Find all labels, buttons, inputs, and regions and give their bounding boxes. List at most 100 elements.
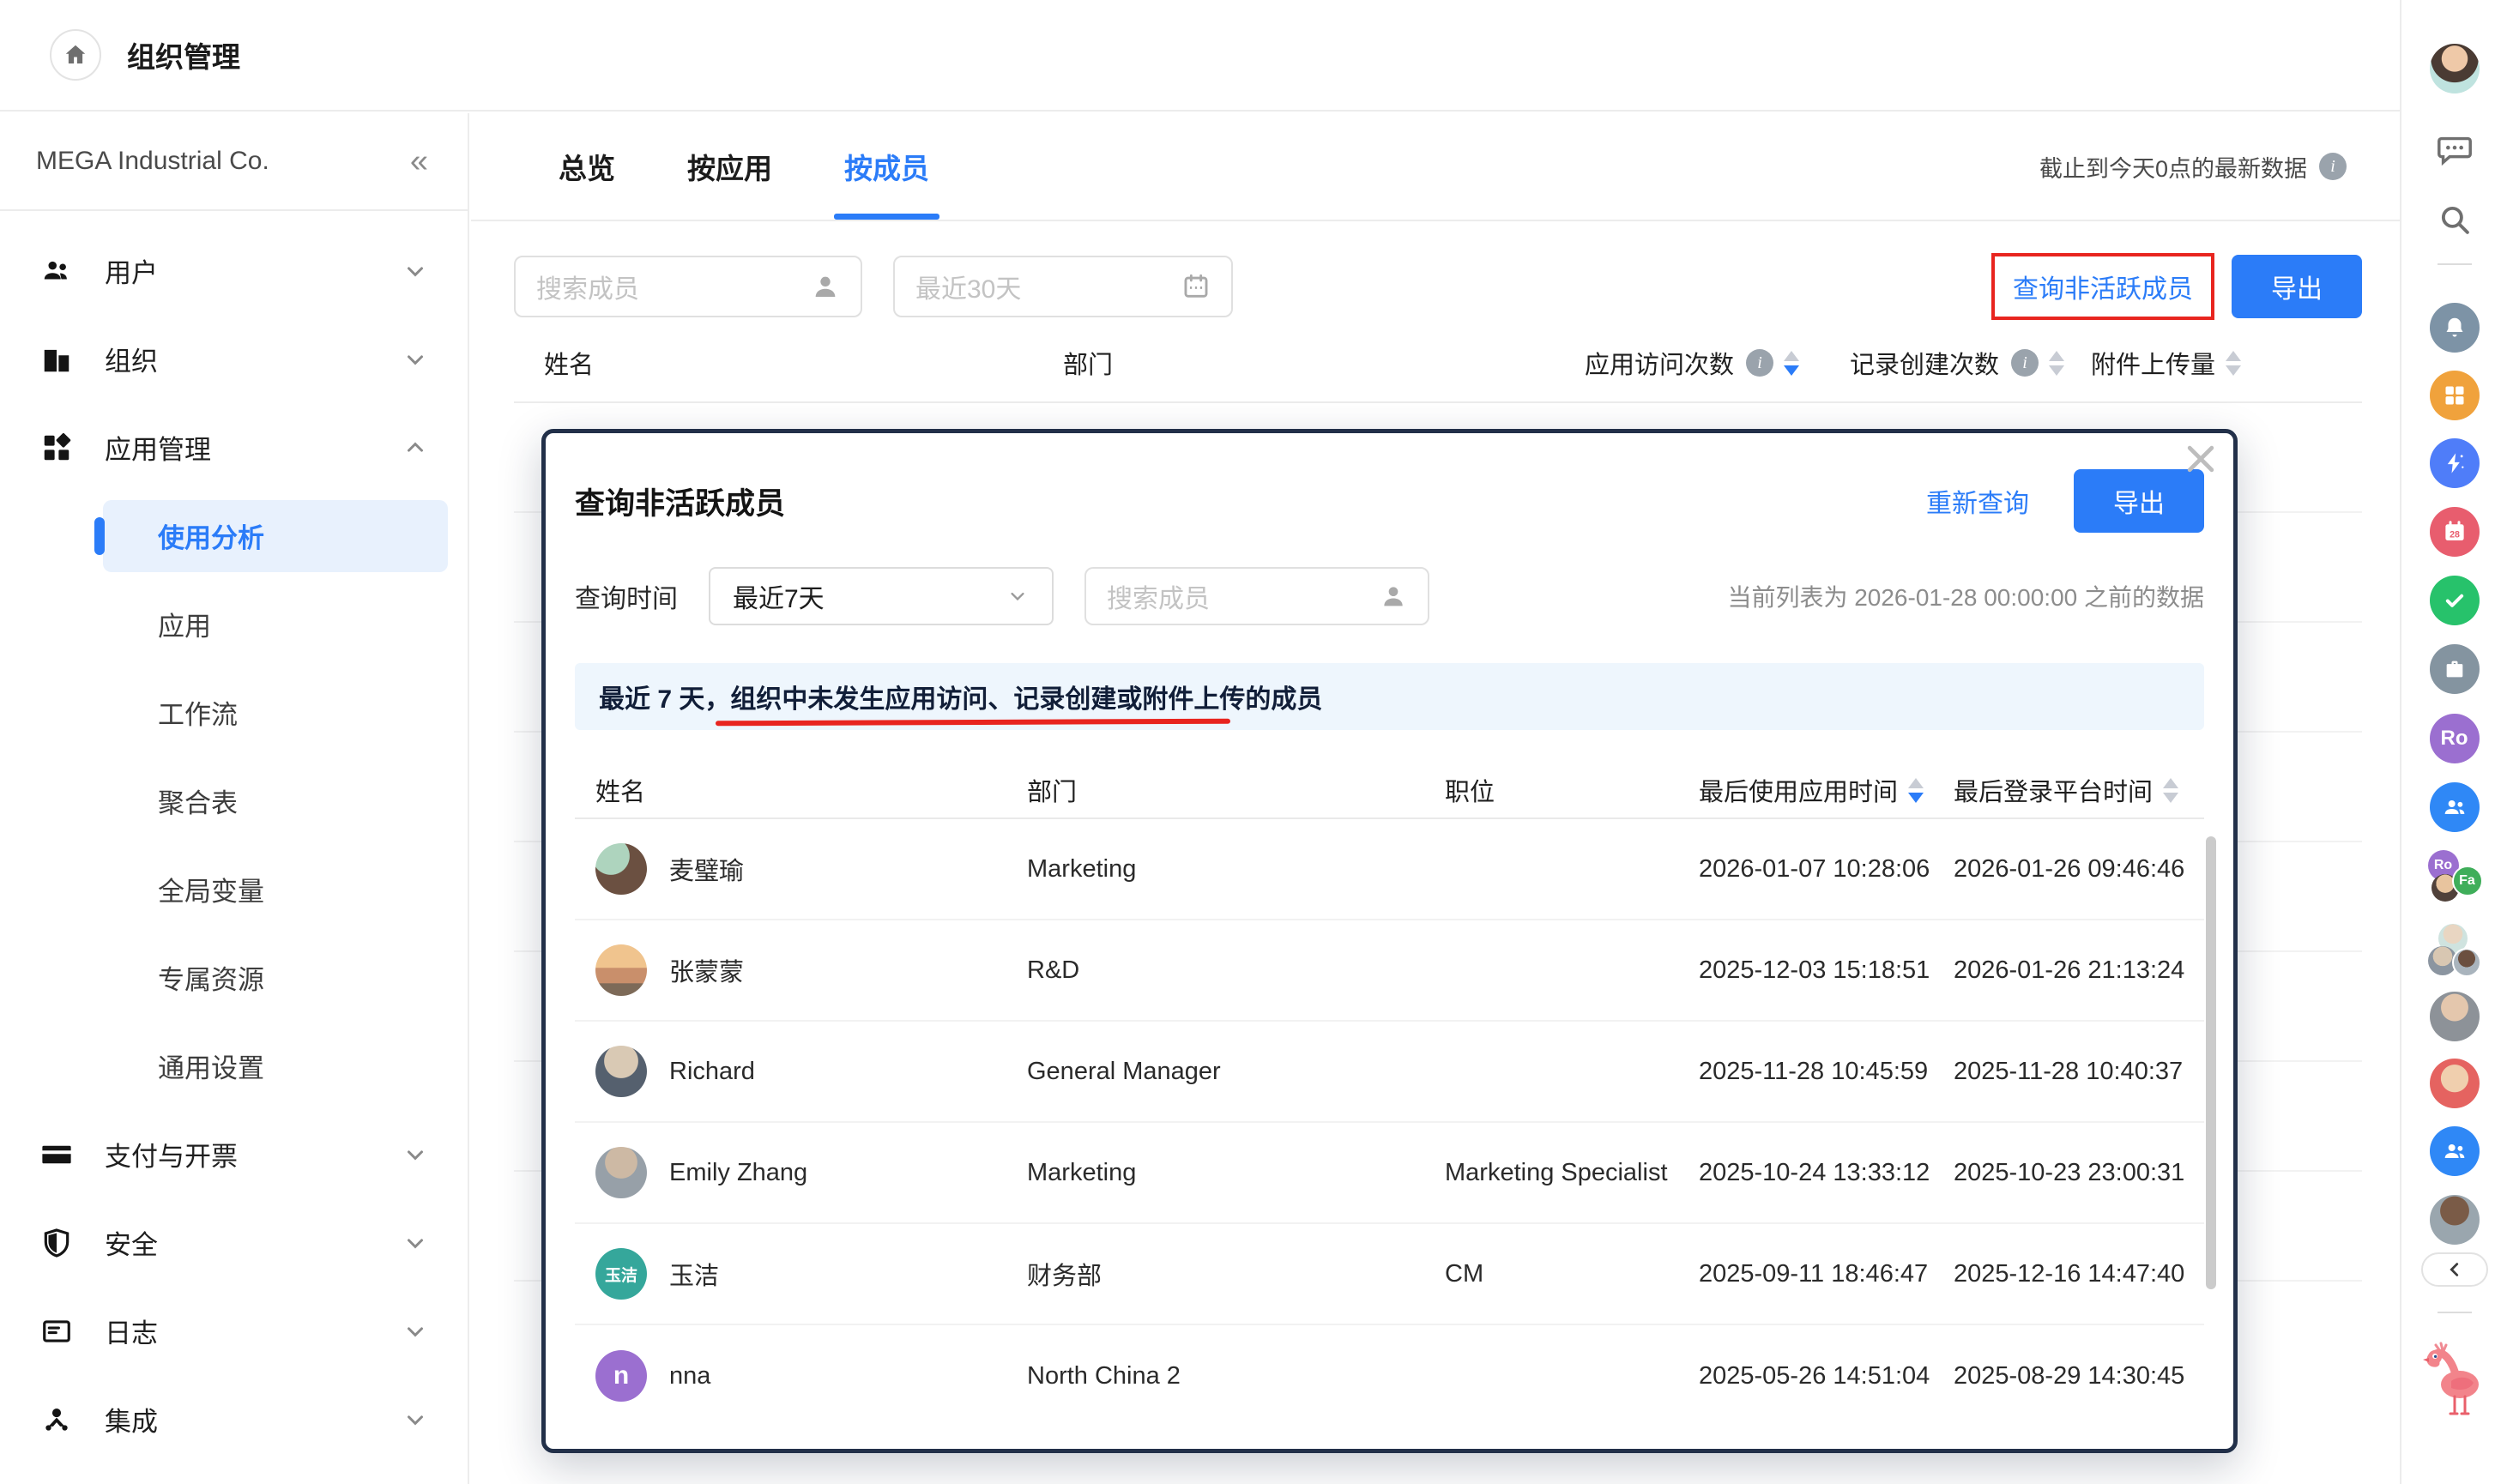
chevron-down-icon xyxy=(1006,584,1030,608)
modal-export-button[interactable]: 导出 xyxy=(2074,469,2204,533)
home-button[interactable] xyxy=(50,29,101,81)
contacts-icon[interactable] xyxy=(2430,782,2480,832)
sidebar-item-logs[interactable]: 日志 xyxy=(0,1287,468,1375)
search-icon[interactable] xyxy=(2437,202,2473,238)
table-row[interactable]: 玉洁玉洁 财务部 CM 2025-09-11 18:46:47 2025-12-… xyxy=(575,1224,2204,1325)
apps-grid-icon[interactable] xyxy=(2430,371,2480,420)
chat-icon[interactable] xyxy=(2435,130,2474,169)
shield-icon xyxy=(39,1226,74,1260)
chevron-down-icon xyxy=(402,1318,428,1344)
person-icon xyxy=(811,272,840,301)
member-avatar[interactable] xyxy=(2430,1059,2480,1108)
col-header-last-login[interactable]: 最后登录平台时间 xyxy=(1954,772,2204,808)
svg-text:28: 28 xyxy=(2450,529,2460,540)
query-time-select[interactable]: 最近7天 xyxy=(709,567,1054,625)
col-header-name: 姓名 xyxy=(595,772,1027,808)
sidebar-subitem-global-variables[interactable]: 全局变量 xyxy=(0,845,468,933)
col-header-record-creates[interactable]: 记录创建次数 i xyxy=(1850,345,2064,381)
sidebar-subitem-general-settings[interactable]: 通用设置 xyxy=(0,1022,468,1110)
info-icon[interactable]: i xyxy=(2319,153,2347,180)
info-icon: i xyxy=(1746,349,1773,377)
member-avatar[interactable] xyxy=(2430,992,2480,1041)
sidebar-subitem-apps[interactable]: 应用 xyxy=(0,580,468,668)
approval-check-icon[interactable] xyxy=(2430,576,2480,625)
sidebar-subitem-usage-analysis[interactable]: 使用分析 xyxy=(0,492,468,580)
calendar-icon xyxy=(1181,272,1211,301)
home-icon xyxy=(63,42,88,68)
calendar-app-icon[interactable]: 28 xyxy=(2430,507,2480,557)
sort-icon xyxy=(1784,351,1799,376)
export-button[interactable]: 导出 xyxy=(2232,255,2362,318)
rail-divider xyxy=(2438,1312,2472,1313)
building-icon xyxy=(39,342,74,377)
sidebar-subitem-label: 通用设置 xyxy=(158,1047,264,1085)
sort-icon xyxy=(1908,778,1924,803)
banner-prefix: 最近 7 天， xyxy=(599,685,730,714)
modal-table-header: 姓名 部门 职位 最后使用应用时间 最后登录平台时间 xyxy=(575,763,2204,819)
info-icon: i xyxy=(2011,349,2039,377)
chevron-down-icon xyxy=(402,1230,428,1256)
apps-icon xyxy=(39,431,74,465)
notifications-icon[interactable] xyxy=(2430,303,2480,353)
sidebar-item-integration[interactable]: 集成 xyxy=(0,1375,468,1463)
tab-by-member[interactable]: 按成员 xyxy=(844,113,929,220)
modal-search-member-input[interactable]: 搜索成员 xyxy=(1084,567,1429,625)
contacts-icon[interactable] xyxy=(2430,1126,2480,1176)
col-header-title: 职位 xyxy=(1445,772,1699,808)
flamingo-mascot[interactable] xyxy=(2422,1340,2487,1419)
date-range-input[interactable]: 最近30天 xyxy=(893,256,1233,317)
close-icon[interactable] xyxy=(2182,440,2220,478)
table-row[interactable]: 张蒙蒙 R&D 2025-12-03 15:18:51 2026-01-26 2… xyxy=(575,920,2204,1022)
sidebar-item-app-management[interactable]: 应用管理 xyxy=(0,403,468,492)
col-header-name: 姓名 xyxy=(544,345,594,381)
table-row[interactable]: Richard General Manager 2025-11-28 10:45… xyxy=(575,1022,2204,1123)
member-avatar[interactable] xyxy=(2430,1195,2480,1245)
user-avatar[interactable] xyxy=(2430,44,2480,94)
sidebar-item-org[interactable]: 组织 xyxy=(0,315,468,403)
sidebar-item-label: 集成 xyxy=(105,1400,158,1439)
query-inactive-members-button[interactable]: 查询非活跃成员 xyxy=(1995,256,2211,317)
modal-header: 查询非活跃成员 重新查询 导出 xyxy=(575,469,2204,533)
sidebar-item-payment[interactable]: 支付与开票 xyxy=(0,1110,468,1198)
sidebar-subitem-dedicated-resources[interactable]: 专属资源 xyxy=(0,933,468,1022)
annotation-red-box: 查询非活跃成员 xyxy=(1991,253,2214,320)
member-avatars-cluster[interactable] xyxy=(2430,926,2480,975)
team-avatars-cluster[interactable]: Ro Fa xyxy=(2430,854,2480,903)
role-ro-badge[interactable]: Ro xyxy=(2430,714,2480,763)
tabs-row: 总览 按应用 按成员 截止到今天0点的最新数据 i xyxy=(471,113,2400,221)
sort-icon xyxy=(2049,351,2064,376)
search-member-input[interactable]: 搜索成员 xyxy=(514,256,862,317)
table-row[interactable]: nnna North China 2 2025-05-26 14:51:04 2… xyxy=(575,1325,2204,1427)
avatar xyxy=(595,1147,647,1198)
sidebar-collapse-icon[interactable]: « xyxy=(410,145,428,178)
query-time-label: 查询时间 xyxy=(575,577,678,615)
briefcase-icon[interactable] xyxy=(2430,644,2480,694)
sidebar-subitem-label: 聚合表 xyxy=(158,781,238,820)
rail-collapse-button[interactable] xyxy=(2421,1252,2488,1287)
col-header-last-used[interactable]: 最后使用应用时间 xyxy=(1699,772,1954,808)
sidebar-subitem-workflow[interactable]: 工作流 xyxy=(0,668,468,757)
col-header-dept: 部门 xyxy=(1027,772,1445,808)
modal-scrollbar[interactable] xyxy=(2206,836,2216,1289)
integration-icon xyxy=(39,1403,74,1437)
sidebar-subitem-aggregate-table[interactable]: 聚合表 xyxy=(0,757,468,845)
table-row[interactable]: 麦璧瑜 Marketing 2026-01-07 10:28:06 2026-0… xyxy=(575,819,2204,920)
table-row[interactable]: Emily Zhang Marketing Marketing Speciali… xyxy=(575,1123,2204,1224)
sidebar-item-security[interactable]: 安全 xyxy=(0,1198,468,1287)
col-header-dept: 部门 xyxy=(1063,345,1113,381)
left-sidebar: MEGA Industrial Co. « 用户 组织 xyxy=(0,113,469,1484)
tab-by-app[interactable]: 按应用 xyxy=(687,113,772,220)
list-cutoff-note: 当前列表为 2026-01-28 00:00:00 之前的数据 xyxy=(1727,579,2204,613)
avatar: 玉洁 xyxy=(595,1248,647,1300)
sidebar-subitem-label: 专属资源 xyxy=(158,958,264,997)
sidebar-item-users[interactable]: 用户 xyxy=(0,226,468,315)
col-header-app-visits[interactable]: 应用访问次数 i xyxy=(1585,345,1799,381)
requery-link[interactable]: 重新查询 xyxy=(1926,482,2029,520)
tab-overview[interactable]: 总览 xyxy=(559,113,615,220)
person-icon xyxy=(1380,582,1407,610)
company-name: MEGA Industrial Co. xyxy=(36,147,269,176)
avatar xyxy=(595,944,647,996)
chevron-up-icon xyxy=(402,435,428,461)
automation-icon[interactable] xyxy=(2430,438,2480,488)
col-header-attachment-uploads[interactable]: 附件上传量 xyxy=(2091,345,2241,381)
